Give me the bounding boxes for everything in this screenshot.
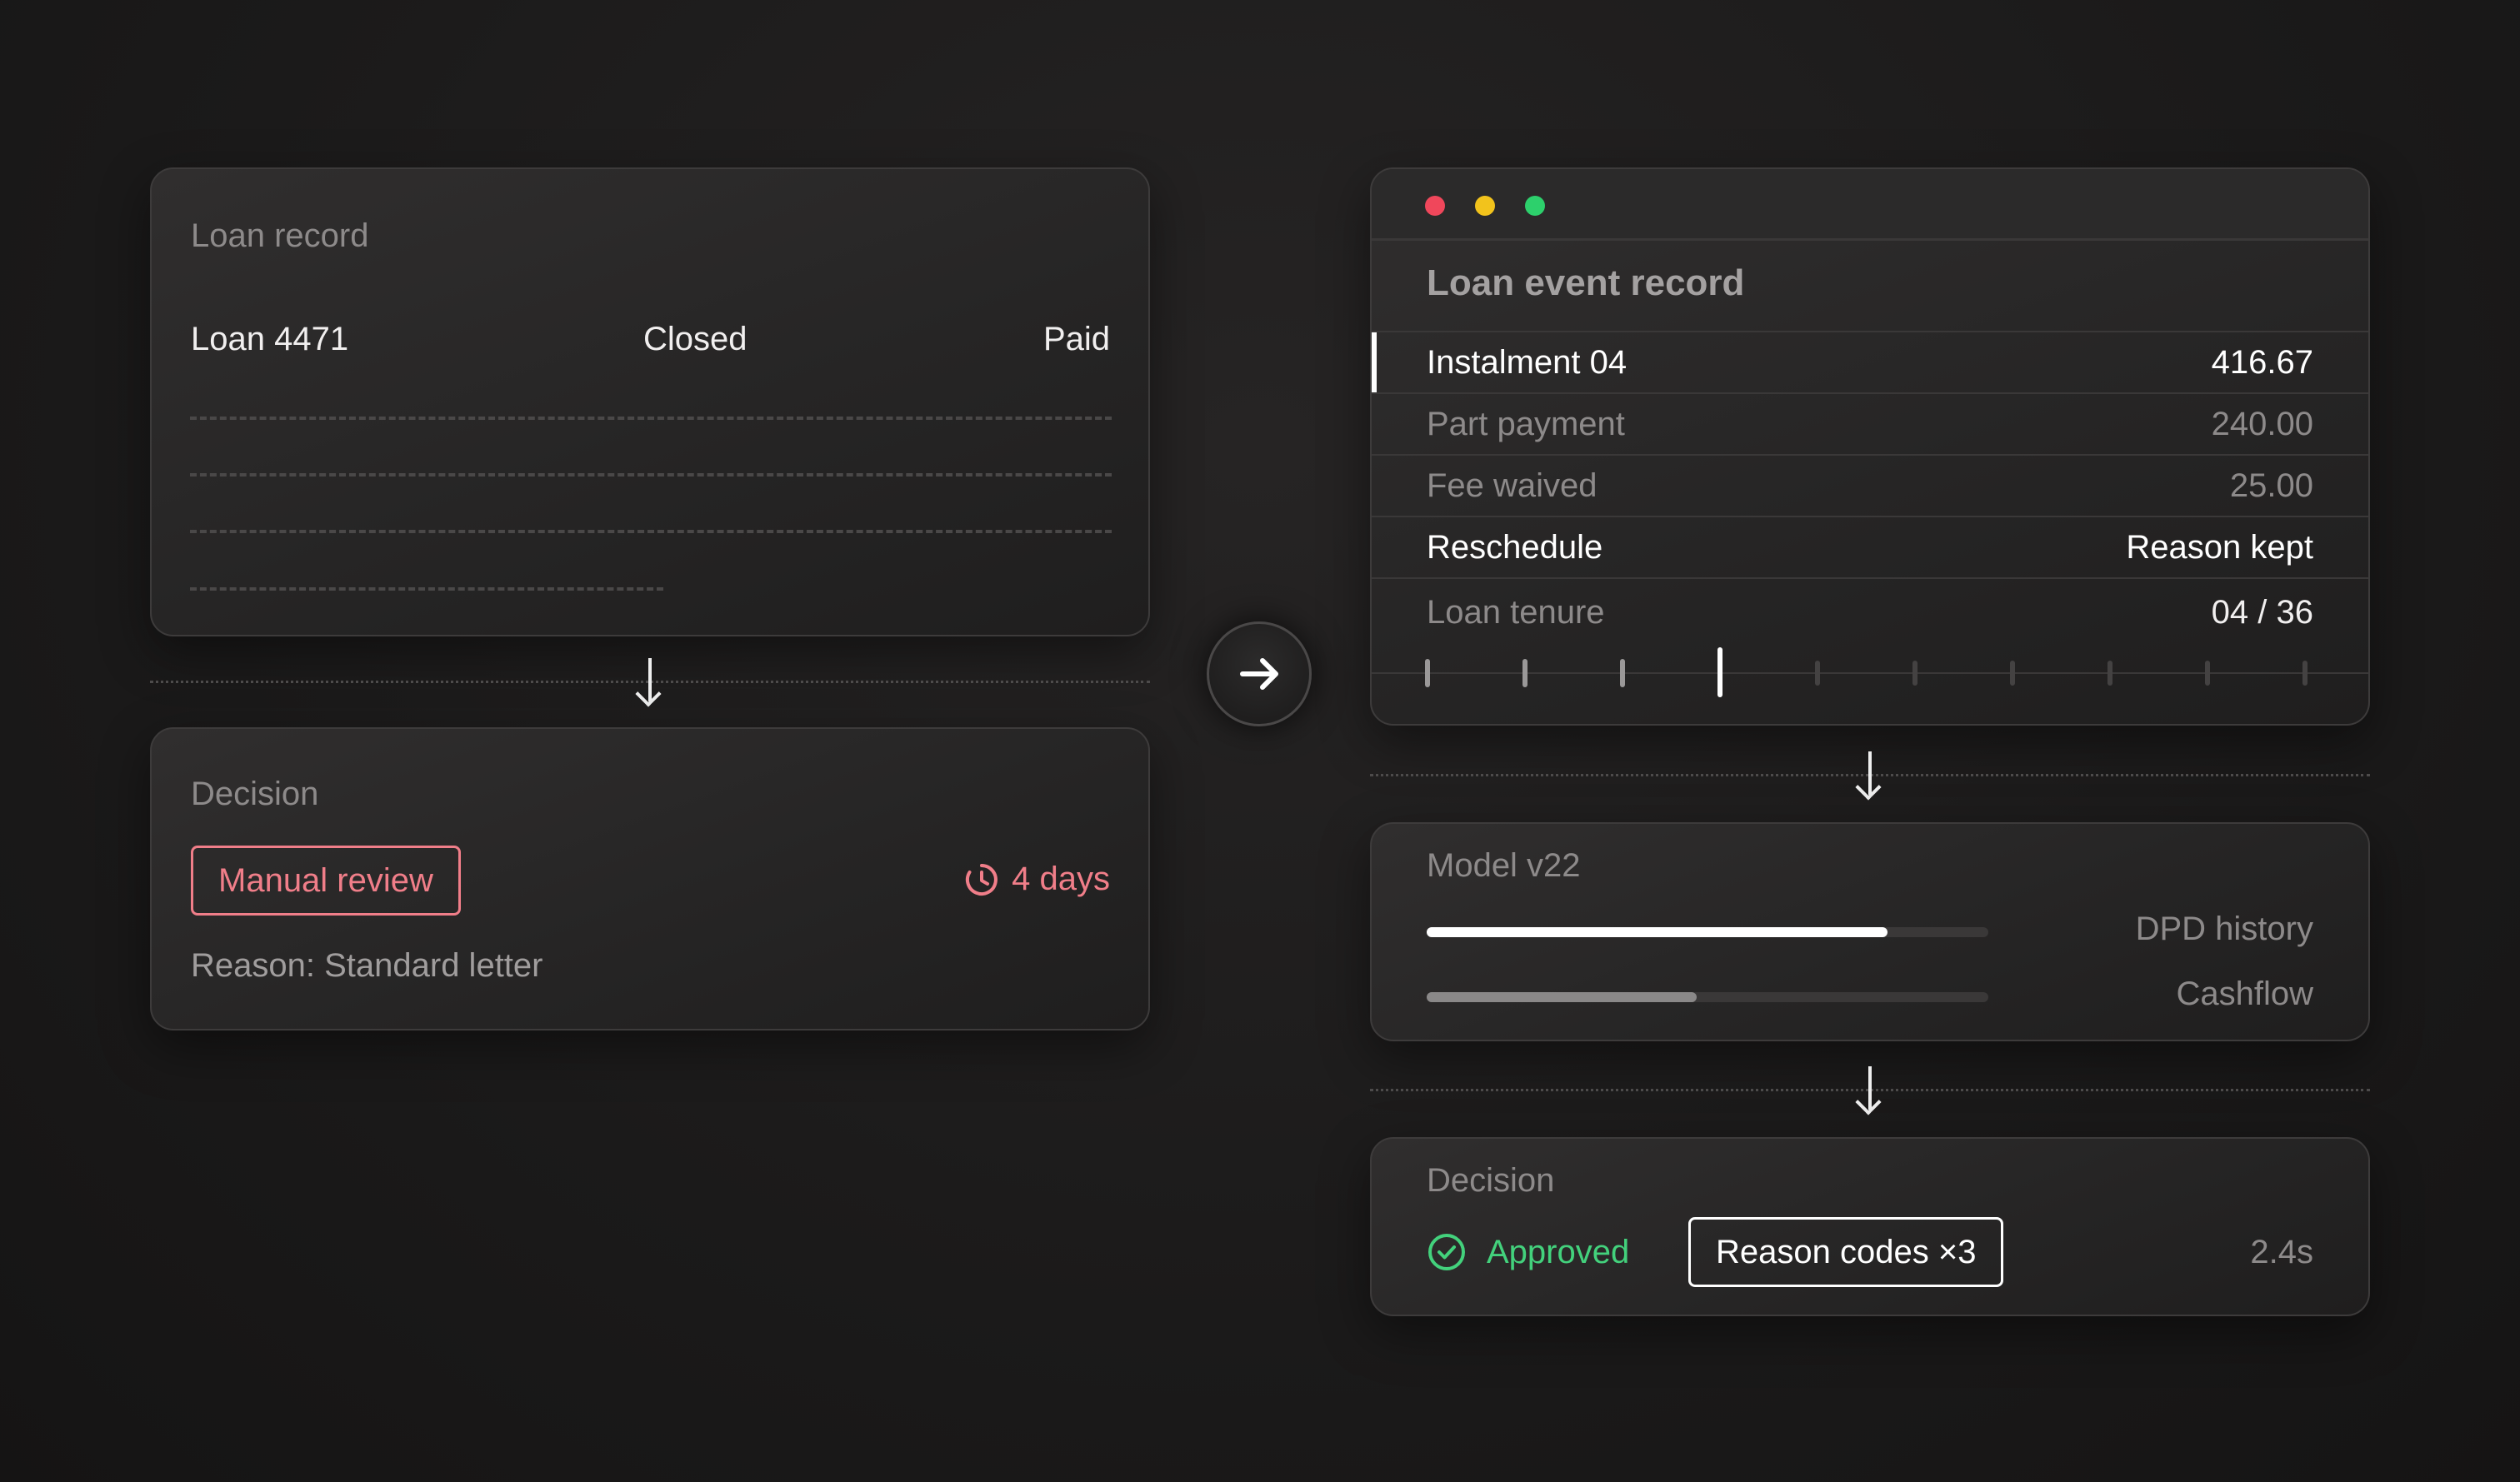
event-row[interactable]: Fee waived 25.00 [1372, 456, 2368, 517]
event-value: Reason kept [2126, 529, 2313, 566]
tenure-tick [1718, 647, 1722, 697]
arrow-down-icon [648, 658, 652, 701]
loan-id: Loan 4471 [191, 321, 349, 357]
close-window-button[interactable] [1425, 196, 1445, 216]
tenure-tick [1425, 659, 1430, 687]
tenure-slider[interactable] [1425, 644, 2317, 702]
reason-codes-button[interactable]: Reason codes ×3 [1688, 1217, 2004, 1287]
event-label: Fee waived [1427, 467, 1598, 504]
tenure-tick [1815, 661, 1820, 686]
manual-review-label: Manual review [218, 861, 433, 899]
placeholder-line [190, 473, 1112, 477]
event-row[interactable]: Instalment 04 416.67 [1372, 332, 2368, 394]
clock-icon [966, 863, 998, 896]
tenure-tick [2108, 661, 2112, 686]
next-button[interactable] [1207, 621, 1312, 726]
model-card: Model v22 DPD history Cashflow [1370, 822, 2370, 1041]
duration-text: 4 days [1012, 861, 1110, 897]
event-value: 240.00 [2211, 406, 2313, 442]
placeholder-line [190, 530, 1112, 533]
event-row[interactable]: Reschedule Reason kept [1372, 517, 2368, 579]
arrow-down-icon [1868, 1066, 1872, 1110]
tenure-label: Loan tenure [1427, 594, 1605, 631]
tenure-tick [2205, 661, 2210, 686]
event-label: Part payment [1427, 406, 1625, 442]
event-label: Reschedule [1427, 529, 1603, 566]
tenure-tick [1620, 659, 1625, 687]
arrow-down-icon [1868, 751, 1872, 795]
tenure-tick [1912, 661, 1918, 686]
duration: 4 days [963, 861, 1110, 898]
event-row[interactable]: Part payment 240.00 [1372, 394, 2368, 456]
loan-record-card: Loan record Loan 4471 Closed Paid [150, 167, 1150, 636]
feature-bar-fill [1427, 992, 1697, 1002]
manual-review-badge[interactable]: Manual review [191, 846, 461, 916]
feature-bar-fill [1427, 927, 1888, 937]
check-circle-icon [1428, 1234, 1465, 1270]
loan-payment: Paid [1042, 321, 1110, 357]
feature-name: Cashflow [2176, 976, 2313, 1012]
minimize-window-button[interactable] [1475, 196, 1495, 216]
decision-title: Decision [1427, 1162, 1555, 1199]
event-value: 416.67 [2211, 344, 2313, 381]
reason-codes-label: Reason codes ×3 [1716, 1233, 1977, 1270]
left-decision-card: Decision Manual review 4 days Reason: St… [150, 727, 1150, 1030]
approved-label: Approved [1487, 1233, 1630, 1270]
approved-status: Approved [1427, 1232, 1629, 1272]
event-value: 25.00 [2229, 467, 2313, 504]
feature-name: DPD history [2135, 911, 2313, 947]
tenure-tick [2302, 661, 2308, 686]
loan-status: Closed [643, 321, 748, 357]
loan-record-title: Loan record [191, 217, 369, 254]
latency: 2.4s [2250, 1234, 2313, 1270]
tenure-tick [1522, 659, 1528, 687]
tenure-value: 04 / 36 [2211, 594, 2313, 631]
placeholder-line [190, 587, 663, 591]
event-record-title: Loan event record [1427, 262, 1745, 303]
loan-event-window: Loan event record Instalment 04 416.67 P… [1370, 167, 2370, 726]
placeholder-line [190, 417, 1112, 420]
arrow-right-icon [1240, 658, 1278, 690]
decision-reason: Reason: Standard letter [191, 947, 543, 984]
window-titlebar [1372, 169, 2368, 241]
model-title: Model v22 [1427, 847, 1581, 884]
feature-bar [1427, 992, 1988, 1002]
tenure-tick [2010, 661, 2015, 686]
decision-title: Decision [191, 776, 319, 812]
maximize-window-button[interactable] [1525, 196, 1545, 216]
event-label: Instalment 04 [1427, 344, 1628, 381]
right-decision-card: Decision Approved Reason codes ×3 2.4s [1370, 1137, 2370, 1316]
feature-bar [1427, 927, 1988, 937]
